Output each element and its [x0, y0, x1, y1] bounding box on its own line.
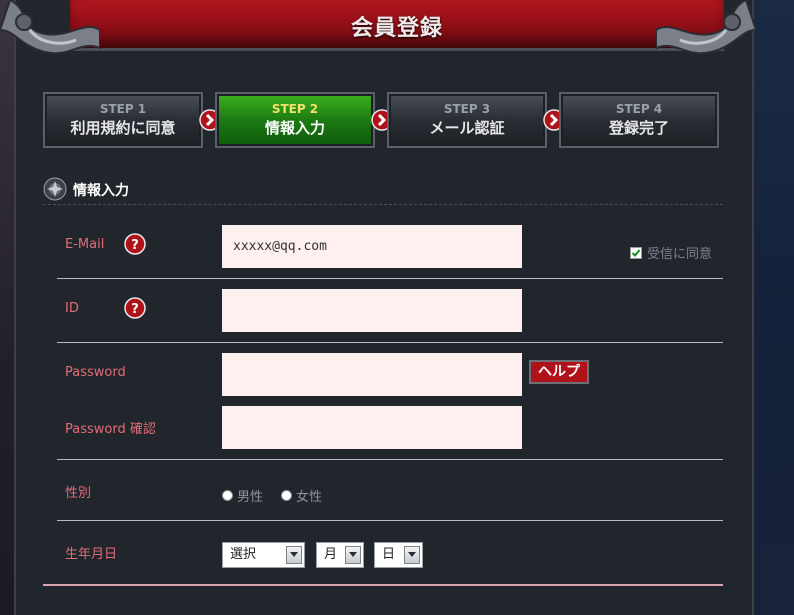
select-value: 選択 — [230, 547, 257, 562]
section-title: 情報入力 — [73, 183, 129, 199]
password-label: Password — [65, 365, 126, 380]
question-icon[interactable]: ? — [124, 297, 146, 319]
gender-female-radio[interactable]: 女性 — [281, 486, 322, 505]
id-field[interactable] — [222, 289, 522, 332]
step-progress: STEP 1 利用規約に同意 STEP 2 情報入力 STEP 3 メール認証 … — [43, 92, 723, 150]
password-field[interactable] — [222, 353, 522, 396]
radio-label: 男性 — [237, 490, 264, 505]
divider — [57, 459, 723, 460]
step-number: STEP 4 — [615, 102, 663, 116]
svg-text:?: ? — [131, 238, 139, 253]
consent-checkbox[interactable]: 受信に同意 — [630, 243, 712, 262]
svg-text:?: ? — [131, 302, 139, 317]
step-2: STEP 2 情報入力 — [215, 92, 375, 148]
password-confirm-label: Password 確認 — [65, 422, 156, 437]
gender-radio-group: 男性 女性 — [222, 486, 340, 505]
password-confirm-field[interactable] — [222, 406, 522, 449]
step-number: STEP 3 — [443, 102, 491, 116]
birth-day-select[interactable]: 日 — [374, 542, 423, 568]
divider — [57, 278, 723, 279]
consent-label: 受信に同意 — [647, 247, 713, 262]
chevron-down-icon[interactable] — [286, 546, 302, 564]
step-4: STEP 4 登録完了 — [559, 92, 719, 148]
select-value: 月 — [324, 547, 338, 562]
form-bottom-divider — [43, 584, 723, 586]
select-value: 日 — [382, 547, 396, 562]
birth-year-select[interactable]: 選択 — [222, 542, 305, 568]
divider — [57, 520, 723, 521]
password-help-button[interactable]: ヘルプ — [529, 360, 589, 384]
step-label: 利用規約に同意 — [70, 119, 176, 137]
chevron-down-icon[interactable] — [345, 546, 361, 564]
step-1: STEP 1 利用規約に同意 — [43, 92, 203, 148]
step-number: STEP 2 — [271, 102, 319, 116]
step-3: STEP 3 メール認証 — [387, 92, 547, 148]
divider — [57, 342, 723, 343]
radio-label: 女性 — [296, 490, 323, 505]
chevron-down-icon[interactable] — [404, 546, 420, 564]
background-right — [754, 0, 794, 615]
checkbox-icon[interactable] — [630, 247, 642, 259]
header: 会員登録 — [0, 0, 794, 55]
page-title: 会員登録 — [350, 16, 443, 41]
emblem-icon — [43, 177, 67, 201]
radio-icon[interactable] — [222, 490, 233, 501]
gender-label: 性別 — [65, 486, 92, 501]
step-label: メール認証 — [429, 119, 505, 137]
birthday-label: 生年月日 — [65, 547, 118, 562]
section-heading: 情報入力 — [43, 176, 723, 205]
email-label: E-Mail — [65, 237, 105, 252]
gender-male-radio[interactable]: 男性 — [222, 486, 263, 505]
birth-month-select[interactable]: 月 — [316, 542, 364, 568]
radio-icon[interactable] — [281, 490, 293, 501]
step-number: STEP 1 — [99, 102, 147, 116]
background-left — [0, 0, 14, 615]
step-label: 登録完了 — [608, 119, 669, 137]
email-field[interactable] — [222, 225, 522, 268]
step-label: 情報入力 — [264, 119, 325, 137]
question-icon[interactable]: ? — [124, 233, 146, 255]
id-label: ID — [65, 301, 79, 316]
